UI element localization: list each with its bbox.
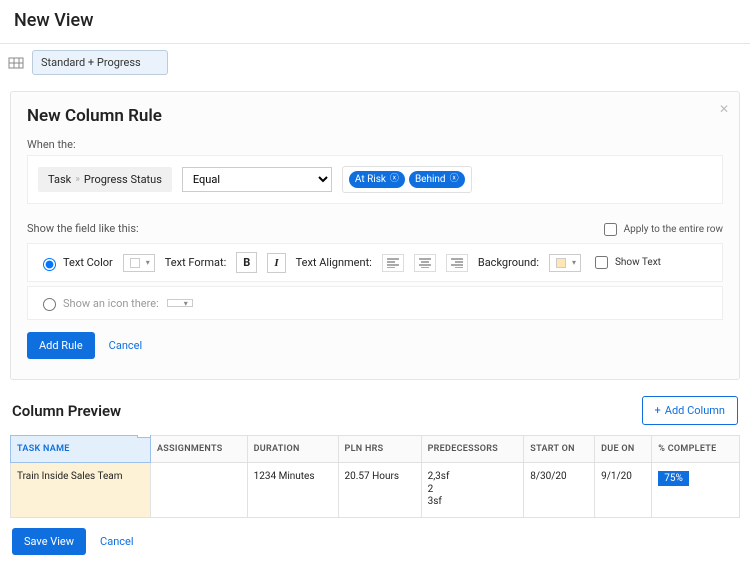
- text-color-dropdown[interactable]: ▾: [123, 254, 155, 272]
- color-swatch-icon: [556, 258, 566, 268]
- table-header-row: × TASK NAME ASSIGNMENTS DURATION PLN HRS…: [11, 436, 740, 463]
- add-column-button[interactable]: + Add Column: [642, 396, 738, 425]
- col-assignments[interactable]: ASSIGNMENTS: [151, 436, 248, 463]
- cell-start-on: 8/30/20: [524, 463, 595, 518]
- page-title: New View: [0, 0, 750, 43]
- col-duration[interactable]: DURATION: [247, 436, 338, 463]
- panel-title: New Column Rule: [27, 106, 723, 126]
- value-tag-input[interactable]: At Riskⓧ Behindⓧ: [342, 166, 472, 193]
- show-text-checkbox[interactable]: [595, 256, 608, 269]
- col-predecessors[interactable]: PREDECESSORS: [421, 436, 524, 463]
- text-color-label: Text Color: [63, 256, 113, 269]
- apply-row-label: Apply to the entire row: [624, 224, 723, 235]
- bold-button[interactable]: B: [236, 252, 257, 273]
- align-right-button[interactable]: [446, 254, 468, 272]
- col-pct-complete[interactable]: % COMPLETE: [652, 436, 740, 463]
- rule-panel: ✕ New Column Rule When the: Task » Progr…: [10, 91, 740, 380]
- col-start-on[interactable]: START ON: [524, 436, 595, 463]
- format-mode-radio[interactable]: [43, 258, 56, 271]
- rule-actions: Add Rule Cancel: [27, 332, 723, 359]
- format-row: Text Color ▾ Text Format: B I Text Align…: [27, 243, 723, 282]
- preview-table: × TASK NAME ASSIGNMENTS DURATION PLN HRS…: [10, 435, 740, 518]
- close-icon[interactable]: ✕: [719, 102, 729, 116]
- remove-tag-icon[interactable]: ⓧ: [450, 175, 459, 184]
- show-icon-radio[interactable]: Show an icon there:: [38, 295, 159, 311]
- tag-behind[interactable]: Behindⓧ: [409, 171, 465, 188]
- cell-pln-hrs: 20.57 Hours: [338, 463, 421, 518]
- toolbar: Standard + Progress: [0, 44, 750, 81]
- col-due-on[interactable]: DUE ON: [595, 436, 652, 463]
- cell-due-on: 9/1/20: [595, 463, 652, 518]
- remove-tag-icon[interactable]: ⓧ: [390, 175, 399, 184]
- preview-table-wrap: × TASK NAME ASSIGNMENTS DURATION PLN HRS…: [10, 435, 740, 518]
- apply-entire-row-check[interactable]: Apply to the entire row: [600, 220, 723, 239]
- cell-assignments: [151, 463, 248, 518]
- col-task-name[interactable]: × TASK NAME: [11, 436, 151, 463]
- cancel-rule-link[interactable]: Cancel: [109, 339, 142, 352]
- field-selector[interactable]: Task » Progress Status: [38, 167, 172, 192]
- field-part: Task: [48, 173, 71, 186]
- show-field-label: Show the field like this:: [27, 222, 139, 235]
- col-pln-hrs[interactable]: PLN HRS: [338, 436, 421, 463]
- field-part: Progress Status: [84, 173, 162, 186]
- chevron-down-icon: ▾: [146, 258, 150, 267]
- icon-dropdown[interactable]: ▾: [167, 299, 193, 307]
- cell-pct-complete: 75%: [652, 463, 740, 518]
- cancel-view-link[interactable]: Cancel: [100, 535, 133, 548]
- show-icon-label: Show an icon there:: [63, 297, 159, 310]
- pct-complete-badge: 75%: [658, 471, 689, 486]
- operator-select[interactable]: Equal: [182, 167, 332, 192]
- when-label: When the:: [27, 138, 723, 151]
- text-align-label: Text Alignment:: [296, 256, 372, 269]
- show-text-label: Show Text: [615, 257, 661, 268]
- add-column-label: Add Column: [665, 404, 725, 417]
- preview-title: Column Preview: [12, 402, 121, 420]
- align-center-button[interactable]: [414, 254, 436, 272]
- view-name-label: Standard + Progress: [41, 56, 141, 69]
- format-mode-radio[interactable]: [43, 298, 56, 311]
- text-format-label: Text Format:: [165, 256, 227, 269]
- footer-actions: Save View Cancel: [0, 518, 750, 567]
- tag-at-risk[interactable]: At Riskⓧ: [349, 171, 405, 188]
- condition-row: Task » Progress Status Equal At Riskⓧ Be…: [27, 155, 723, 204]
- italic-button[interactable]: I: [267, 253, 285, 273]
- color-swatch-icon: [130, 258, 140, 268]
- align-left-button[interactable]: [382, 254, 404, 272]
- apply-row-checkbox[interactable]: [604, 223, 617, 236]
- text-color-radio[interactable]: Text Color: [38, 255, 113, 271]
- table-row: Train Inside Sales Team 1234 Minutes 20.…: [11, 463, 740, 518]
- grid-icon[interactable]: [8, 55, 24, 71]
- background-dropdown[interactable]: ▾: [549, 254, 581, 272]
- cell-task-name: Train Inside Sales Team: [11, 463, 151, 518]
- cell-duration: 1234 Minutes: [247, 463, 338, 518]
- show-text-check[interactable]: Show Text: [591, 253, 661, 272]
- chevron-down-icon: ▾: [184, 299, 188, 308]
- chevron-down-icon: ▾: [572, 258, 576, 267]
- add-rule-button[interactable]: Add Rule: [27, 332, 95, 359]
- preview-header: Column Preview + Add Column: [0, 388, 750, 429]
- view-name-select[interactable]: Standard + Progress: [32, 50, 168, 75]
- background-label: Background:: [478, 256, 539, 269]
- chevron-right-icon: »: [75, 174, 80, 185]
- plus-icon: +: [655, 404, 661, 417]
- cell-predecessors: 2,3sf 2 3sf: [421, 463, 524, 518]
- icon-option-row: Show an icon there: ▾: [27, 286, 723, 320]
- remove-column-icon[interactable]: ×: [137, 435, 151, 438]
